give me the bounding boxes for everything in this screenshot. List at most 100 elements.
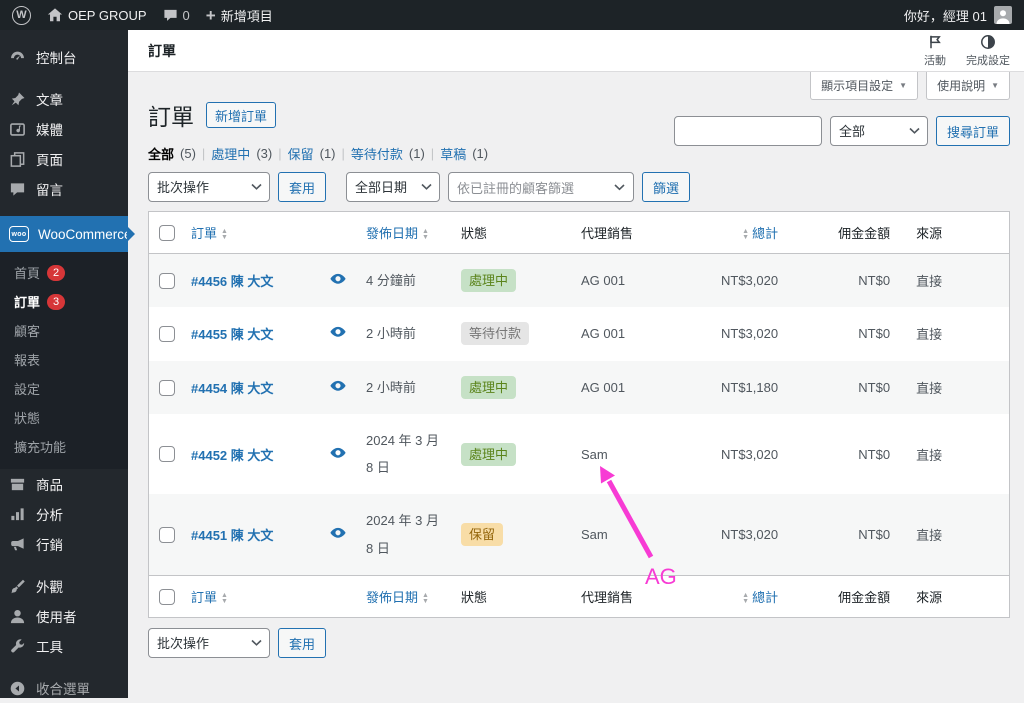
sidebar-item-dashboard[interactable]: 控制台: [0, 42, 128, 72]
preview-eye-icon[interactable]: [330, 273, 346, 285]
row-checkbox[interactable]: [159, 272, 175, 289]
comments-admin-link[interactable]: 0: [163, 8, 190, 23]
filter-button[interactable]: 篩選: [642, 172, 691, 202]
select-all-checkbox[interactable]: [159, 224, 175, 241]
order-date: 2024 年 3 月 8 日: [366, 432, 439, 476]
order-agent: AG 001: [581, 326, 626, 342]
woocommerce-icon: woo: [9, 226, 29, 242]
status-badge: 等待付款: [461, 322, 530, 346]
column-total[interactable]: ▲ ▼ 總計: [742, 590, 778, 605]
order-link[interactable]: #4454 陳 大文: [191, 381, 273, 396]
column-commission: 佣金金額: [838, 590, 891, 606]
sidebar-item-collapse-menu[interactable]: 收合選單: [0, 673, 128, 703]
sidebar-item-products[interactable]: 商品: [0, 469, 128, 499]
filter-processing[interactable]: 處理中: [211, 144, 250, 163]
account-menu[interactable]: 你好，經理 01: [904, 6, 1012, 25]
separator: |: [341, 146, 345, 161]
finish-setup-button[interactable]: 完成設定: [966, 34, 1010, 68]
sidebar-item-label: 商品: [36, 478, 63, 493]
filter-onhold[interactable]: 保留: [288, 144, 314, 163]
sidebar-item-pages[interactable]: 頁面: [0, 144, 128, 174]
filter-pending[interactable]: 等待付款: [351, 144, 403, 163]
site-name-link[interactable]: OEP GROUP: [47, 7, 147, 23]
sidebar-item-marketing[interactable]: 行銷: [0, 529, 128, 559]
sidebar-item-analytics[interactable]: 分析: [0, 499, 128, 529]
row-checkbox[interactable]: [159, 379, 175, 396]
page-title: 訂單: [148, 104, 194, 130]
apply-button[interactable]: 套用: [278, 172, 327, 202]
submenu-item-orders[interactable]: 訂單 3: [0, 287, 128, 316]
submenu-item-settings[interactable]: 設定: [0, 374, 128, 403]
row-checkbox[interactable]: [159, 446, 175, 463]
submenu-item-home[interactable]: 首頁 2: [0, 258, 128, 287]
chevron-down-icon: ▼: [899, 81, 908, 90]
column-date[interactable]: 發佈日期 ▲ ▼: [366, 590, 429, 605]
submenu-item-status[interactable]: 狀態: [0, 403, 128, 432]
preview-eye-icon[interactable]: [330, 527, 346, 539]
collapse-arrow-icon: [9, 680, 27, 697]
separator: |: [430, 146, 435, 161]
add-order-button[interactable]: 新增訂單: [206, 102, 277, 128]
wrench-icon: [9, 638, 27, 655]
column-date[interactable]: 發佈日期 ▲ ▼: [366, 226, 429, 241]
order-origin: 直接: [898, 254, 1009, 308]
screen-meta-tabs: 顯示項目設定 ▼ 使用說明 ▼: [810, 72, 1010, 100]
apply-button-bottom[interactable]: 套用: [278, 628, 327, 659]
screen-options-label: 顯示項目設定: [821, 79, 894, 93]
filter-all[interactable]: 全部: [148, 144, 174, 163]
user-icon: [9, 608, 27, 625]
submenu-item-extensions[interactable]: 擴充功能: [0, 432, 128, 461]
preview-eye-icon[interactable]: [330, 326, 346, 338]
sidebar-item-tools[interactable]: 工具: [0, 631, 128, 661]
sidebar-item-label: 控制台: [36, 51, 77, 66]
woocommerce-submenu: 首頁 2 訂單 3 顧客 報表 設定 狀態 擴充功能: [0, 252, 128, 469]
order-link[interactable]: #4456 陳 大文: [191, 274, 273, 289]
sidebar-item-media[interactable]: 媒體: [0, 114, 128, 144]
new-item-link[interactable]: + 新增項目: [206, 6, 273, 25]
activity-label: 活動: [924, 54, 946, 67]
column-order[interactable]: 訂單 ▲ ▼: [191, 226, 228, 241]
order-link[interactable]: #4455 陳 大文: [191, 327, 273, 342]
submenu-item-reports[interactable]: 報表: [0, 345, 128, 374]
wordpress-menu[interactable]: W: [12, 5, 31, 25]
chevron-down-icon: ▼: [991, 81, 999, 90]
order-date: 4 分鐘前: [358, 254, 453, 308]
order-link[interactable]: #4452 陳 大文: [191, 448, 273, 463]
help-tab[interactable]: 使用說明 ▼: [926, 72, 1010, 100]
products-icon: [9, 476, 27, 493]
filter-count: (1): [408, 146, 425, 161]
sidebar-item-woocommerce[interactable]: woo WooCommerce: [0, 216, 135, 252]
sidebar-item-posts[interactable]: 文章: [0, 84, 128, 114]
sidebar-item-label: WooCommerce: [38, 226, 132, 242]
plus-icon: +: [205, 5, 216, 25]
submenu-label: 訂單: [14, 295, 41, 310]
home-icon: [47, 7, 63, 23]
date-filter-select[interactable]: 全部日期: [346, 172, 441, 202]
sidebar-item-users[interactable]: 使用者: [0, 601, 128, 631]
select-all-checkbox[interactable]: [159, 588, 175, 605]
order-link[interactable]: #4451 陳 大文: [191, 528, 273, 543]
activity-button[interactable]: 活動: [924, 34, 946, 68]
order-commission: NT$0: [858, 326, 891, 342]
bulk-actions-select[interactable]: 批次操作: [148, 172, 270, 202]
sort-icon: ▲ ▼: [742, 591, 750, 605]
customer-filter-select[interactable]: 依已註冊的顧客篩選: [448, 172, 635, 202]
filter-draft[interactable]: 草稿: [440, 144, 466, 163]
filter-label: 全部: [148, 147, 175, 162]
preview-eye-icon[interactable]: [330, 447, 346, 459]
row-checkbox[interactable]: [159, 326, 175, 343]
submenu-item-customers[interactable]: 顧客: [0, 316, 128, 345]
order-commission: NT$0: [786, 254, 899, 308]
column-label: 發佈日期: [366, 590, 419, 606]
preview-eye-icon[interactable]: [330, 380, 346, 392]
screen-options-tab[interactable]: 顯示項目設定 ▼: [810, 72, 919, 100]
column-total[interactable]: ▲ ▼ 總計: [742, 226, 778, 241]
sidebar-item-comments[interactable]: 留言: [0, 174, 128, 204]
sidebar-item-appearance[interactable]: 外觀: [0, 571, 128, 601]
bulk-actions-select-bottom[interactable]: 批次操作: [148, 628, 270, 659]
separator: |: [201, 146, 206, 161]
column-order[interactable]: 訂單 ▲ ▼: [191, 590, 228, 605]
row-checkbox[interactable]: [159, 527, 175, 544]
table-header-row: 訂單 ▲ ▼ 發佈日期 ▲ ▼ 狀態 代理銷售 ▲ ▼ 總計 佣金金額 來源: [149, 212, 1009, 254]
sort-icon: ▲ ▼: [221, 227, 228, 241]
